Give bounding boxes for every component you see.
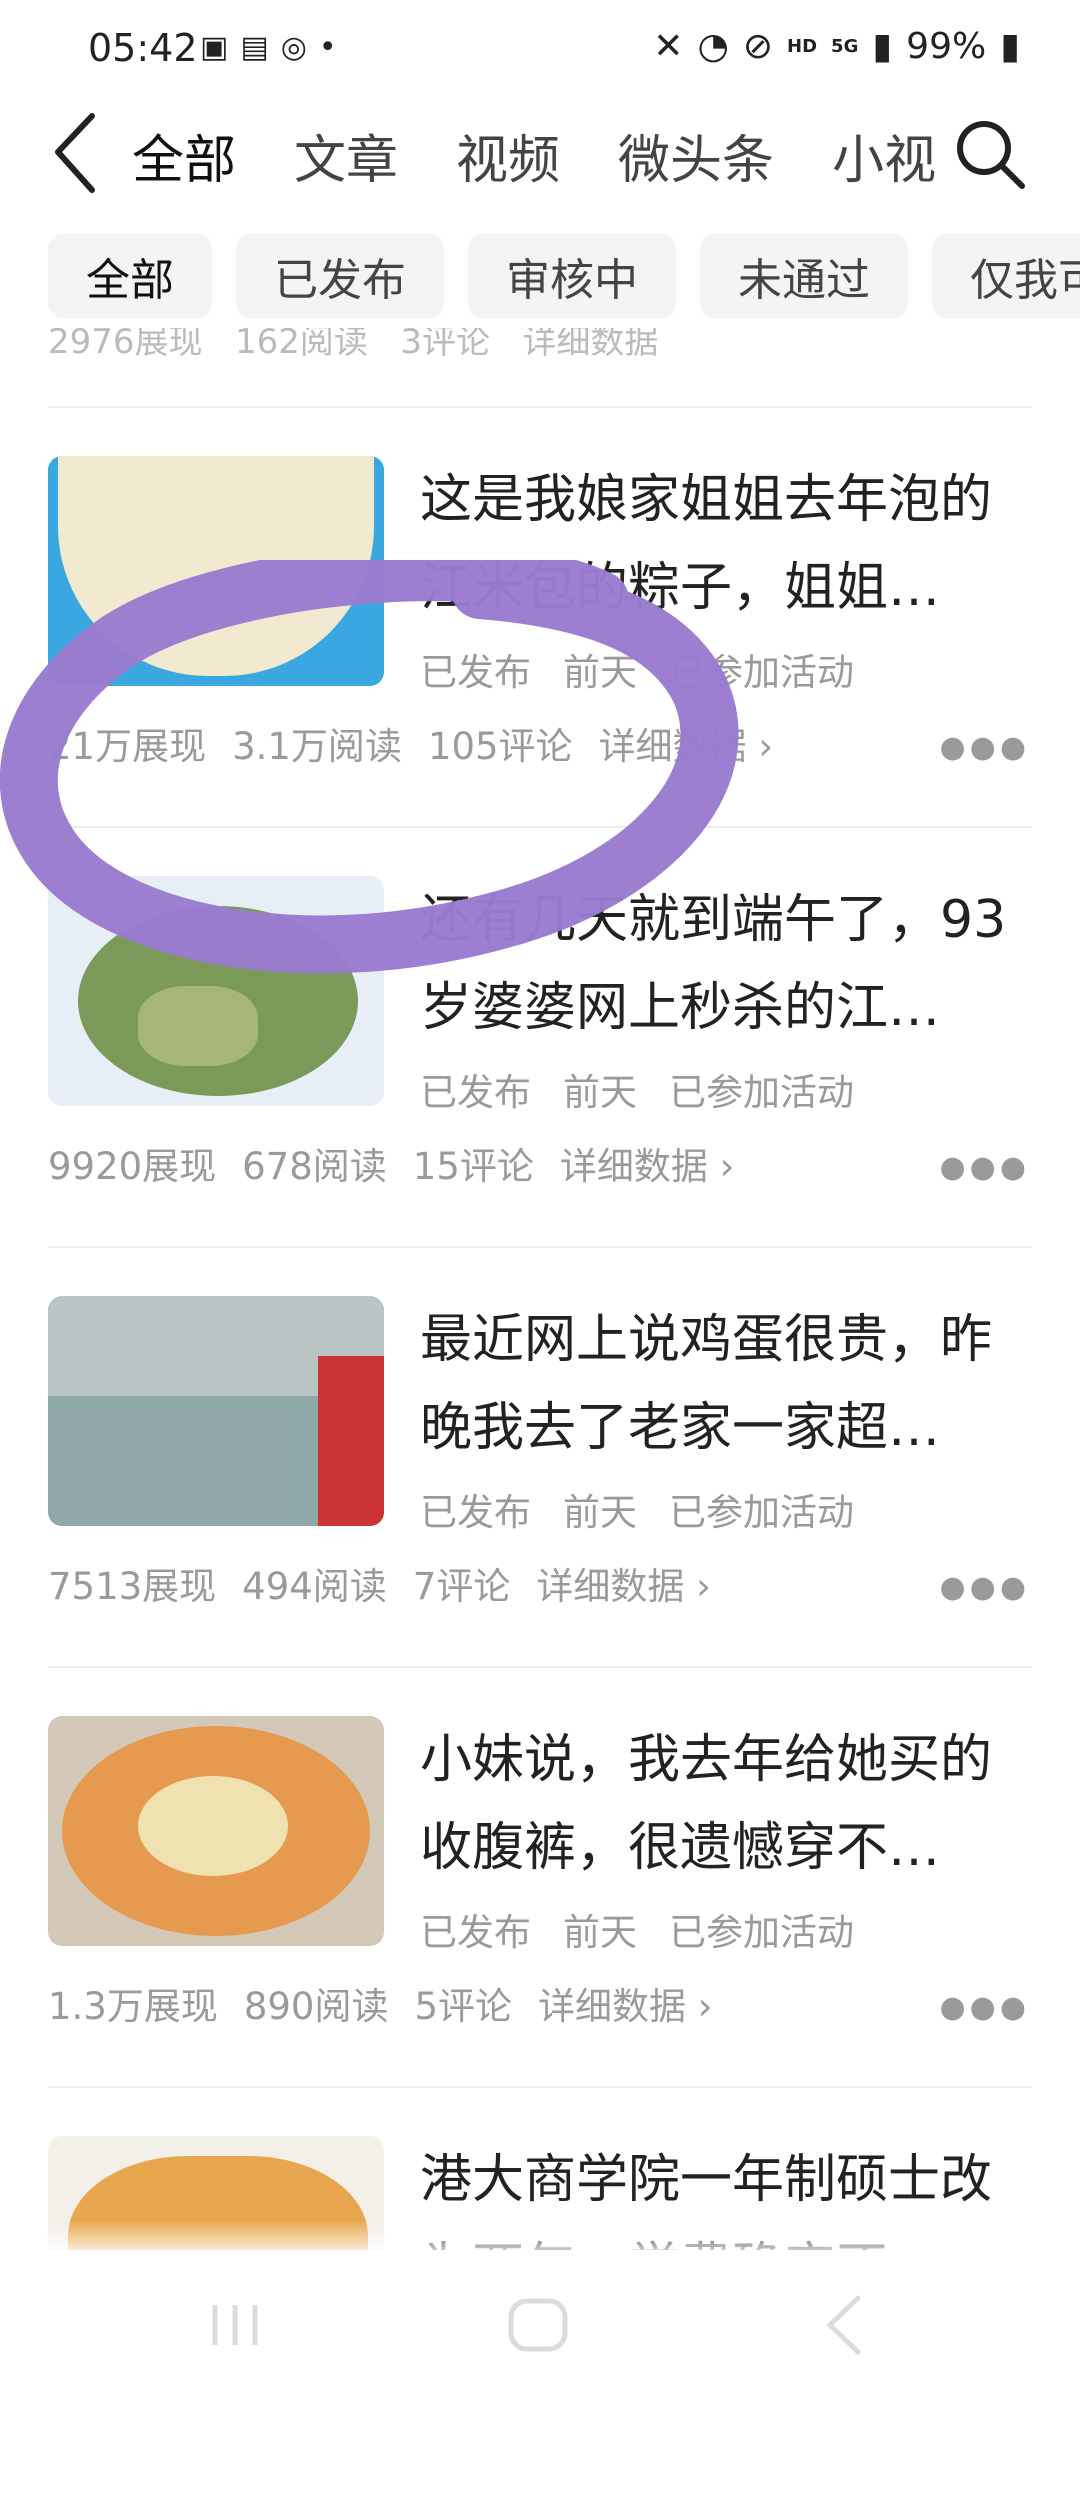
status-label: 已发布 bbox=[420, 1911, 531, 1954]
comments: 5评论 bbox=[414, 1985, 513, 2028]
list-item[interactable]: 最近网上说鸡蛋很贵，昨晚我去了老家一家超… 已发布 前天 已参加活动 7513展… bbox=[0, 1246, 1080, 1666]
5g-badge: 5G bbox=[831, 36, 859, 57]
publish-time: 前天 bbox=[563, 1071, 637, 1114]
app-icon: ▤ bbox=[240, 30, 269, 65]
content-tabs: 全部 文章 视频 微头条 小视 bbox=[132, 118, 952, 193]
status-filter-chips: 全部 已发布 审核中 未通过 仅我可 bbox=[48, 234, 1080, 318]
item-title[interactable]: 最近网上说鸡蛋很贵，昨晚我去了老家一家超… bbox=[420, 1296, 1032, 1472]
dot-icon: • bbox=[318, 30, 337, 65]
item-meta: 已发布 前天 已参加活动 bbox=[420, 1482, 854, 1536]
back-arrow-icon[interactable] bbox=[44, 108, 114, 198]
status-time: 05:42 bbox=[88, 26, 198, 70]
item-stats: 7513展现 494阅读 7评论 详细数据 › bbox=[48, 1556, 711, 1610]
chevron-right-icon: › bbox=[719, 1145, 735, 1188]
filter-private[interactable]: 仅我可 bbox=[932, 234, 1080, 318]
thumbnail-freezer bbox=[48, 1296, 384, 1526]
item-title[interactable]: 小妹说，我去年给她买的收腹裤，很遗憾穿不… bbox=[420, 1716, 1032, 1892]
tab-videos[interactable]: 视频 bbox=[456, 118, 560, 193]
notification-icons: ▣ ▤ ◎ • bbox=[200, 30, 337, 65]
thumbnail-noodles bbox=[48, 1716, 384, 1946]
filter-rejected[interactable]: 未通过 bbox=[700, 234, 908, 318]
image-icon: ▣ bbox=[200, 30, 229, 65]
more-dots-icon[interactable]: ●●● bbox=[939, 730, 1030, 765]
status-label: 已发布 bbox=[420, 1491, 531, 1534]
reads: 678阅读 bbox=[242, 1145, 387, 1188]
details-link[interactable]: 详细数据 › bbox=[536, 1556, 711, 1610]
hd-badge: HD bbox=[787, 36, 818, 57]
signal-icon: ▮ bbox=[872, 26, 893, 67]
tab-articles[interactable]: 文章 bbox=[294, 118, 398, 193]
partial-details[interactable]: 详细数据 bbox=[522, 328, 658, 362]
chevron-right-icon: › bbox=[697, 1985, 713, 2028]
more-dots-icon[interactable]: ●●● bbox=[939, 1990, 1030, 2025]
details-link[interactable]: 详细数据 › bbox=[560, 1136, 735, 1190]
top-nav: 全部 文章 视频 微头条 小视 bbox=[0, 100, 1080, 220]
search-icon[interactable] bbox=[950, 114, 1030, 194]
reads: 890阅读 bbox=[243, 1985, 389, 2028]
comments: 7评论 bbox=[412, 1565, 511, 1608]
status-bar: 05:42 ▣ ▤ ◎ • ✕ ◔ ⊘ HD 5G ▮ 99% ▮ bbox=[0, 0, 1080, 100]
wifi-icon: ◔ bbox=[697, 26, 729, 67]
partial-comments: 3评论 bbox=[400, 322, 490, 362]
sync-icon: ◎ bbox=[280, 30, 307, 65]
dnd-icon: ⊘ bbox=[742, 26, 774, 67]
filter-published[interactable]: 已发布 bbox=[236, 234, 444, 318]
reads: 494阅读 bbox=[242, 1565, 387, 1608]
status-label: 已发布 bbox=[420, 1071, 531, 1114]
annotation-circle bbox=[0, 560, 739, 974]
publish-time: 前天 bbox=[563, 1911, 637, 1954]
system-nav-bar bbox=[0, 2250, 1080, 2400]
activity-tag: 已参加活动 bbox=[669, 1911, 854, 1954]
mute-icon: ✕ bbox=[653, 26, 684, 67]
activity-tag: 已参加活动 bbox=[669, 1071, 854, 1114]
list-item[interactable]: 小妹说，我去年给她买的收腹裤，很遗憾穿不… 已发布 前天 已参加活动 1.3万展… bbox=[0, 1666, 1080, 2086]
impressions: 7513展现 bbox=[48, 1565, 217, 1608]
partial-reads: 162阅读 bbox=[234, 322, 368, 362]
battery-text: 99% bbox=[906, 26, 987, 67]
item-stats: 9920展现 678阅读 15评论 详细数据 › bbox=[48, 1136, 734, 1190]
filter-all[interactable]: 全部 bbox=[48, 234, 212, 318]
more-dots-icon[interactable]: ●●● bbox=[939, 1150, 1030, 1185]
impressions: 1.3万展现 bbox=[48, 1985, 218, 2028]
status-right: ✕ ◔ ⊘ HD 5G ▮ 99% ▮ bbox=[653, 26, 1020, 67]
item-stats: 1.3万展现 890阅读 5评论 详细数据 › bbox=[48, 1976, 713, 2030]
tab-short-videos[interactable]: 小视 bbox=[832, 118, 936, 193]
recents-icon[interactable] bbox=[205, 2300, 265, 2350]
publish-time: 前天 bbox=[563, 1491, 637, 1534]
comments: 15评论 bbox=[412, 1145, 534, 1188]
item-meta: 已发布 前天 已参加活动 bbox=[420, 1902, 854, 1956]
details-link[interactable]: 详细数据 › bbox=[538, 1976, 713, 2030]
partial-item-stats: 2976展现 162阅读 3评论 详细数据 bbox=[48, 322, 658, 363]
home-icon[interactable] bbox=[505, 2295, 571, 2355]
more-dots-icon[interactable]: ●●● bbox=[939, 1570, 1030, 1605]
back-nav-icon[interactable] bbox=[820, 2290, 870, 2360]
tab-all[interactable]: 全部 bbox=[132, 118, 236, 193]
item-meta: 已发布 前天 已参加活动 bbox=[420, 1062, 854, 1116]
tab-micro-posts[interactable]: 微头条 bbox=[618, 118, 774, 193]
impressions: 9920展现 bbox=[48, 1145, 217, 1188]
partial-impressions: 2976展现 bbox=[48, 322, 203, 362]
chevron-right-icon: › bbox=[696, 1565, 711, 1608]
filter-reviewing[interactable]: 审核中 bbox=[468, 234, 676, 318]
battery-icon: ▮ bbox=[1000, 26, 1020, 67]
chevron-right-icon: › bbox=[758, 725, 774, 768]
activity-tag: 已参加活动 bbox=[669, 1491, 854, 1534]
